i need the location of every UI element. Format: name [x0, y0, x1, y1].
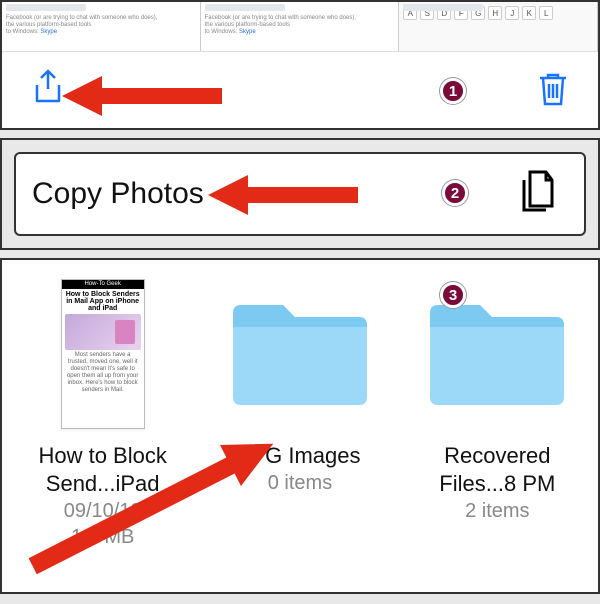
thumbnail-strip: Facebook (or are trying to chat with som…	[2, 2, 598, 52]
copy-photos-label: Copy Photos	[32, 177, 204, 211]
folder-icon	[225, 295, 375, 413]
panel-share-toolbar: Facebook (or are trying to chat with som…	[0, 0, 600, 130]
key: F	[454, 6, 468, 20]
file-item[interactable]: How-To Geek How to Block Senders in Mail…	[10, 274, 195, 550]
file-name: How to Block Send...iPad	[38, 442, 166, 498]
key: K	[522, 6, 536, 20]
app-thumb[interactable]: Facebook (or are trying to chat with som…	[2, 2, 201, 51]
delete-button[interactable]	[536, 70, 570, 113]
app-thumb[interactable]: Facebook (or are trying to chat with som…	[201, 2, 400, 51]
folder-preview	[207, 274, 392, 434]
folder-name: JPG Images	[239, 442, 360, 470]
folder-count: 2 items	[465, 498, 529, 524]
share-icon	[30, 69, 66, 109]
panel-files: How-To Geek How to Block Senders in Mail…	[0, 258, 600, 594]
key: G	[471, 6, 485, 20]
folder-item[interactable]: JPG Images 0 items	[207, 274, 392, 550]
folder-icon	[422, 295, 572, 413]
key: A	[403, 6, 417, 20]
key: D	[437, 6, 451, 20]
folder-count: 0 items	[268, 470, 332, 496]
key: H	[488, 6, 502, 20]
article-thumbnail: How-To Geek How to Block Senders in Mail…	[61, 279, 145, 429]
copy-photos-action[interactable]: Copy Photos	[14, 152, 586, 236]
trash-icon	[536, 70, 570, 108]
file-size: 1.3 MB	[71, 524, 134, 550]
files-grid: How-To Geek How to Block Senders in Mail…	[10, 274, 590, 550]
panel-share-sheet: Copy Photos	[0, 138, 600, 250]
folder-name: Recovered Files...8 PM	[439, 442, 555, 498]
key: S	[420, 6, 434, 20]
file-date: 09/10/19	[64, 498, 142, 524]
folder-preview	[405, 274, 590, 434]
copy-icon	[516, 168, 560, 221]
folder-item[interactable]: Recovered Files...8 PM 2 items	[405, 274, 590, 550]
file-preview: How-To Geek How to Block Senders in Mail…	[10, 274, 195, 434]
key: L	[539, 6, 553, 20]
app-thumb-keyboard[interactable]: A S D F G H J K L	[399, 2, 598, 51]
action-toolbar	[2, 52, 598, 130]
share-button[interactable]	[30, 69, 66, 114]
key: J	[505, 6, 519, 20]
